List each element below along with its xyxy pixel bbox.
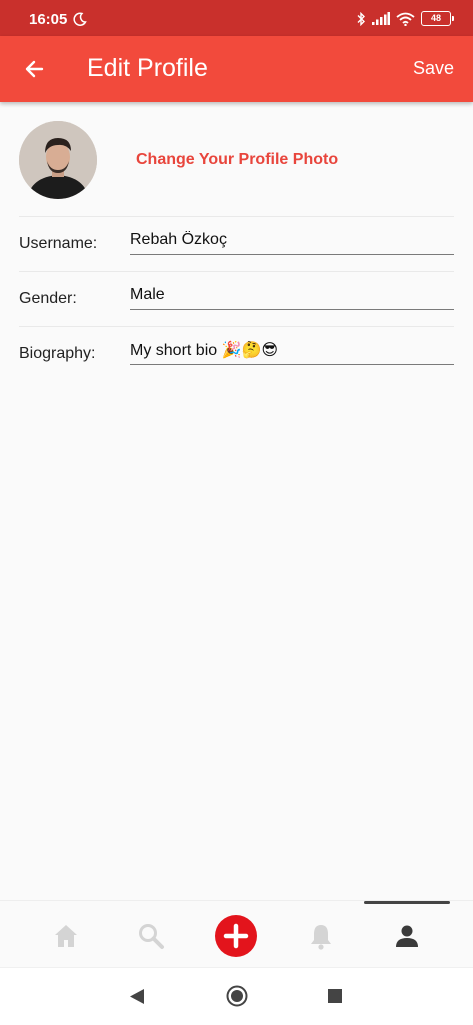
- recents-square-icon[interactable]: [328, 989, 343, 1004]
- status-bar: 16:05 48: [0, 0, 473, 36]
- username-field[interactable]: [130, 226, 454, 255]
- back-triangle-icon[interactable]: [129, 988, 145, 1005]
- profile-photo: [19, 121, 97, 199]
- home-icon[interactable]: [51, 921, 81, 951]
- signal-icon: [372, 12, 390, 25]
- active-tab-indicator: [364, 901, 450, 904]
- bluetooth-icon: [357, 11, 365, 26]
- bottom-nav: [0, 900, 473, 968]
- divider: [19, 271, 454, 272]
- back-arrow-icon[interactable]: [22, 57, 46, 81]
- avatar[interactable]: [19, 121, 97, 199]
- divider: [19, 326, 454, 327]
- gender-label: Gender:: [19, 290, 77, 307]
- add-post-button[interactable]: [215, 915, 257, 957]
- system-nav-bar: [0, 967, 473, 1025]
- biography-field[interactable]: [130, 336, 454, 365]
- app-bar: Edit Profile Save: [0, 36, 473, 102]
- gender-field[interactable]: [130, 281, 454, 310]
- change-photo-link[interactable]: Change Your Profile Photo: [136, 151, 338, 169]
- person-icon[interactable]: [392, 921, 422, 951]
- add-icon: [223, 923, 249, 949]
- search-icon[interactable]: [136, 921, 166, 951]
- biography-label: Biography:: [19, 345, 96, 362]
- page-title: Edit Profile: [87, 54, 208, 82]
- divider: [19, 216, 454, 217]
- wifi-icon: [396, 12, 415, 26]
- save-button[interactable]: Save: [413, 58, 454, 79]
- bell-icon[interactable]: [306, 921, 336, 951]
- username-label: Username:: [19, 235, 98, 252]
- battery-icon: 48: [421, 11, 454, 26]
- status-icons: 48: [356, 11, 454, 26]
- moon-icon: [73, 12, 87, 26]
- status-time: 16:05: [29, 11, 68, 28]
- home-circle-icon[interactable]: [226, 985, 248, 1007]
